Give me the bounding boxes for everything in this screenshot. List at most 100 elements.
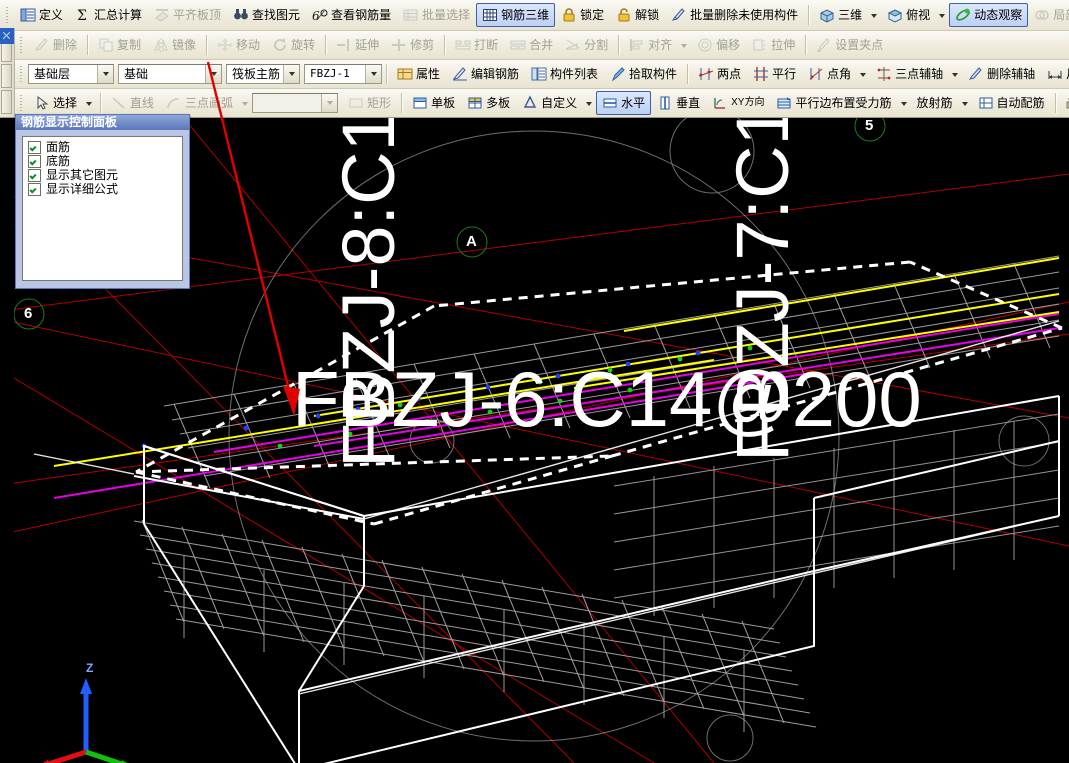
- parallel-edge-rebar-chevron-down-icon[interactable]: [900, 102, 907, 106]
- member-name-combo[interactable]: FBZJ-1: [304, 64, 382, 84]
- member-type-combo[interactable]: 筏板主筋: [226, 64, 300, 84]
- align-label: 对齐: [648, 38, 673, 52]
- view-3d-chevron-down-icon[interactable]: [871, 14, 878, 18]
- shape-combo-chevron-down-icon[interactable]: [321, 94, 338, 112]
- rebar-3d-icon: [482, 7, 498, 23]
- toolbar-grip-icon-2[interactable]: [18, 35, 25, 55]
- floor-combo[interactable]: 基础层: [28, 64, 114, 84]
- xy-direction-icon: [712, 95, 728, 111]
- custom-button[interactable]: 自定义: [516, 91, 583, 115]
- top-view-button[interactable]: 俯视: [881, 3, 936, 27]
- member-name-combo-value: FBZJ-1: [310, 67, 350, 80]
- parallel-button[interactable]: 平行: [747, 62, 802, 86]
- orbit-label: 动态观察: [974, 8, 1023, 22]
- toolbar-grip-icon-3[interactable]: [18, 64, 25, 84]
- select-button[interactable]: 选择: [28, 91, 83, 115]
- break-button: 打断: [449, 33, 504, 57]
- unlock-label: 解锁: [635, 8, 660, 22]
- single-slab-button[interactable]: 单板: [406, 91, 461, 115]
- point-angle-label: 点角: [827, 67, 852, 81]
- define-button[interactable]: 定义: [14, 3, 69, 27]
- define-label: 定义: [39, 8, 64, 22]
- local-3d-button: 局部三维: [1028, 3, 1069, 27]
- find-element-button[interactable]: 查找图元: [227, 3, 306, 27]
- three-point-axis-chevron-down-icon[interactable]: [952, 73, 959, 77]
- move-button: 移动: [211, 33, 266, 57]
- member-list-label: 构件列表: [550, 67, 599, 81]
- vertical-icon: [657, 95, 673, 111]
- line-button: 直线: [105, 91, 160, 115]
- floor-combo-chevron-down-icon[interactable]: [97, 65, 113, 83]
- left-strip-slab-3[interactable]: [1, 90, 12, 114]
- horizontal-button[interactable]: 水平: [596, 91, 652, 115]
- shape-combo[interactable]: [252, 93, 339, 113]
- rebar-option-row[interactable]: 显示其它图元: [28, 169, 182, 182]
- dimension-button[interactable]: 尺寸标注: [1041, 62, 1069, 86]
- set-grip-icon: [816, 37, 832, 53]
- delete-axis-button[interactable]: 删除辅轴: [962, 62, 1041, 86]
- local-3d-label: 局部三维: [1053, 8, 1069, 22]
- parallel-edge-rebar-button[interactable]: 平行边布置受力筋: [770, 91, 897, 115]
- pick-member-label: 拾取构件: [629, 67, 678, 81]
- rebar-option-row[interactable]: 底筋: [28, 155, 182, 168]
- custom-chevron-down-icon[interactable]: [586, 102, 593, 106]
- rebar-option-row[interactable]: 显示详细公式: [28, 183, 182, 196]
- radial-rebar-chevron-down-icon[interactable]: [961, 102, 968, 106]
- toolbar-grip-icon-4[interactable]: [18, 93, 25, 113]
- three-point-axis-button[interactable]: 三点辅轴: [870, 62, 949, 86]
- edit-rebar-button[interactable]: 编辑钢筋: [446, 62, 525, 86]
- rebar-display-control-panel[interactable]: 钢筋显示控制面板 面筋 底筋 显示其它图元 显示详细公式: [15, 114, 190, 289]
- point-angle-chevron-down-icon[interactable]: [860, 73, 867, 77]
- select-chevron-down-icon[interactable]: [86, 102, 93, 106]
- lock-button[interactable]: 锁定: [555, 3, 610, 27]
- properties-button[interactable]: 属性: [391, 62, 446, 86]
- select-arrow-icon: [34, 95, 50, 111]
- checkbox-show-detail-formula[interactable]: [28, 183, 41, 196]
- orbit-button[interactable]: 动态观察: [949, 3, 1029, 27]
- custom-icon: [522, 95, 538, 111]
- checkbox-show-other-elements[interactable]: [28, 169, 41, 182]
- checkbox-bottom-rebar[interactable]: [28, 155, 41, 168]
- line-icon: [111, 95, 127, 111]
- auto-rebar-label: 自动配筋: [996, 96, 1045, 110]
- properties-icon: [397, 66, 413, 82]
- unlock-button[interactable]: 解锁: [610, 3, 665, 27]
- rebar-3d-button[interactable]: 钢筋三维: [476, 3, 556, 27]
- member-name-combo-chevron-down-icon[interactable]: [365, 65, 381, 83]
- application-window: FBZJ-6:C14@200 FBZJ-8:C14@200 FBZJ-7:C14…: [0, 0, 1069, 763]
- view-rebar-qty-button[interactable]: 6⁄ 查看钢筋量: [306, 3, 397, 27]
- rebar-option-row[interactable]: 面筋: [28, 141, 182, 154]
- category-combo-chevron-down-icon[interactable]: [205, 65, 221, 83]
- view-3d-button[interactable]: 三维: [813, 3, 868, 27]
- summary-calc-button[interactable]: Σ 汇总计算: [69, 3, 148, 27]
- align-slab-top-button: 平齐板顶: [148, 3, 227, 27]
- pick-member-button[interactable]: 拾取构件: [604, 62, 683, 86]
- break-icon: [455, 37, 471, 53]
- break-label: 打断: [474, 38, 499, 52]
- cube-3d-icon: [819, 7, 835, 23]
- trim-button: 修剪: [385, 33, 440, 57]
- left-strip-slab-2[interactable]: [1, 64, 12, 88]
- three-point-arc-chevron-down-icon: [242, 102, 249, 106]
- two-point-button[interactable]: 两点: [692, 62, 747, 86]
- category-combo[interactable]: 基础: [118, 64, 222, 84]
- sep-m1: [386, 64, 387, 84]
- radial-rebar-button[interactable]: 放射筋: [911, 91, 959, 115]
- point-angle-button[interactable]: 点角: [802, 62, 857, 86]
- multi-slab-button[interactable]: 多板: [461, 91, 516, 115]
- checkbox-top-rebar[interactable]: [28, 141, 41, 154]
- xy-direction-button[interactable]: XY方向: [706, 91, 770, 115]
- top-view-chevron-down-icon[interactable]: [939, 14, 946, 18]
- swap-annotation-button[interactable]: 交换左右标注: [1060, 91, 1069, 115]
- sep-e4: [444, 35, 446, 55]
- vertical-button[interactable]: 垂直: [651, 91, 706, 115]
- member-type-combo-chevron-down-icon[interactable]: [283, 65, 299, 83]
- toolbar-grip-icon[interactable]: [4, 5, 11, 25]
- toolbar-row-member: 基础层 基础 筏板主筋 FBZJ-1 属性 编辑钢筋 构件列表 拾取构件 两点 …: [0, 60, 1069, 89]
- auto-rebar-button[interactable]: 自动配筋: [972, 91, 1051, 115]
- member-list-button[interactable]: 构件列表: [525, 62, 604, 86]
- delete-button: 删除: [28, 33, 83, 57]
- collapse-panel-tab[interactable]: [0, 28, 14, 44]
- sep-d1: [100, 93, 102, 113]
- batch-delete-unused-button[interactable]: 批量删除未使用构件: [665, 3, 804, 27]
